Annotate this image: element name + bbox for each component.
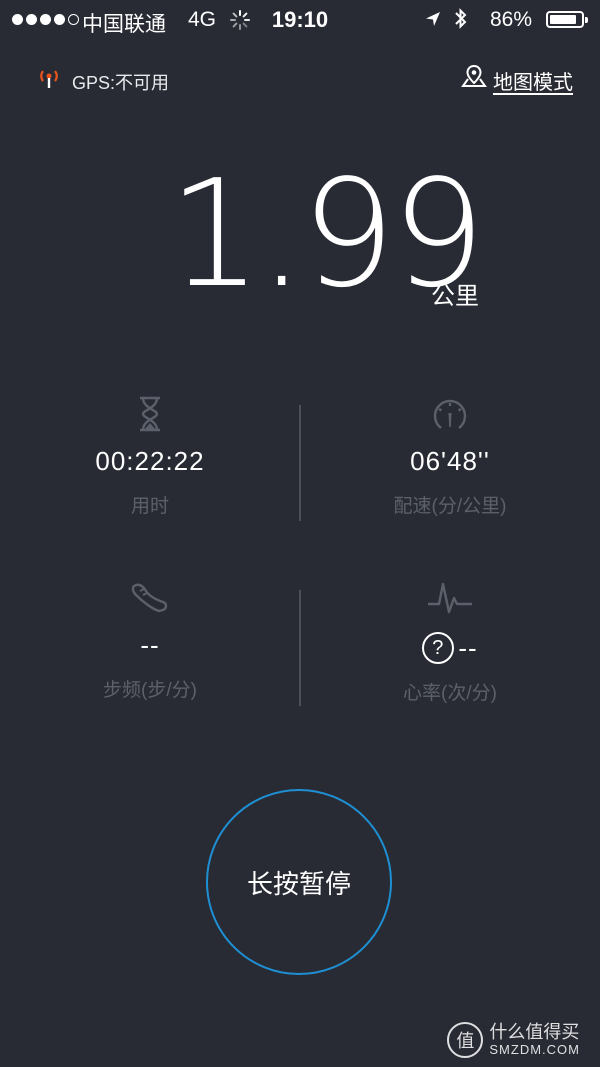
shoe-icon [0, 576, 300, 620]
run-tracker-screen: 中国联通 4G 19:10 86% GPS:不可用 地图模式 1.99 公里 0… [0, 0, 600, 1067]
cadence-stat: -- 步频(步/分) [0, 576, 300, 702]
battery-percent: 86% [490, 8, 533, 31]
smzdm-logo-icon: 值 [447, 1022, 484, 1058]
battery-fill [550, 15, 576, 24]
gps-status-text: GPS:不可用 [72, 72, 170, 93]
gps-status: GPS:不可用 [36, 68, 169, 95]
gps-signal-icon [36, 68, 62, 95]
speedometer-icon [300, 392, 600, 436]
bluetooth-icon [453, 7, 469, 37]
duration-value: 00:22:22 [95, 446, 205, 476]
watermark-cn: 什么值得买 [489, 1022, 580, 1043]
cadence-label: 步频(步/分) [103, 680, 197, 701]
location-arrow-icon [424, 10, 442, 34]
map-mode-button[interactable]: 地图模式 [461, 64, 573, 96]
distance-unit: 公里 [431, 283, 479, 310]
map-mode-label: 地图模式 [493, 71, 573, 94]
smzdm-watermark: 值 什么值得买 SMZDM.COM [447, 1022, 580, 1058]
heart-rate-value: -- [458, 632, 478, 663]
map-pin-icon [461, 64, 487, 96]
duration-stat: 00:22:22 用时 [0, 392, 300, 518]
long-press-pause-button[interactable]: 长按暂停 [206, 789, 392, 975]
pause-button-label: 长按暂停 [246, 868, 351, 899]
pace-label: 配速(分/公里) [393, 496, 507, 517]
watermark-en: SMZDM.COM [489, 1041, 580, 1057]
pace-stat: 06'48'' 配速(分/公里) [300, 392, 600, 518]
heart-rate-stat: ? -- 心率(次/分) [300, 576, 600, 705]
status-bar: 中国联通 4G 19:10 86% [0, 0, 600, 40]
heartbeat-icon [300, 576, 600, 620]
heart-rate-value-row: ? -- [300, 630, 600, 664]
hourglass-icon [0, 392, 300, 436]
pace-value: 06'48'' [410, 446, 490, 476]
cadence-value: -- [140, 630, 160, 660]
help-icon[interactable]: ? [422, 632, 455, 664]
battery-icon [546, 11, 588, 28]
heart-rate-label: 心率(次/分) [403, 683, 497, 704]
duration-label: 用时 [130, 496, 169, 517]
